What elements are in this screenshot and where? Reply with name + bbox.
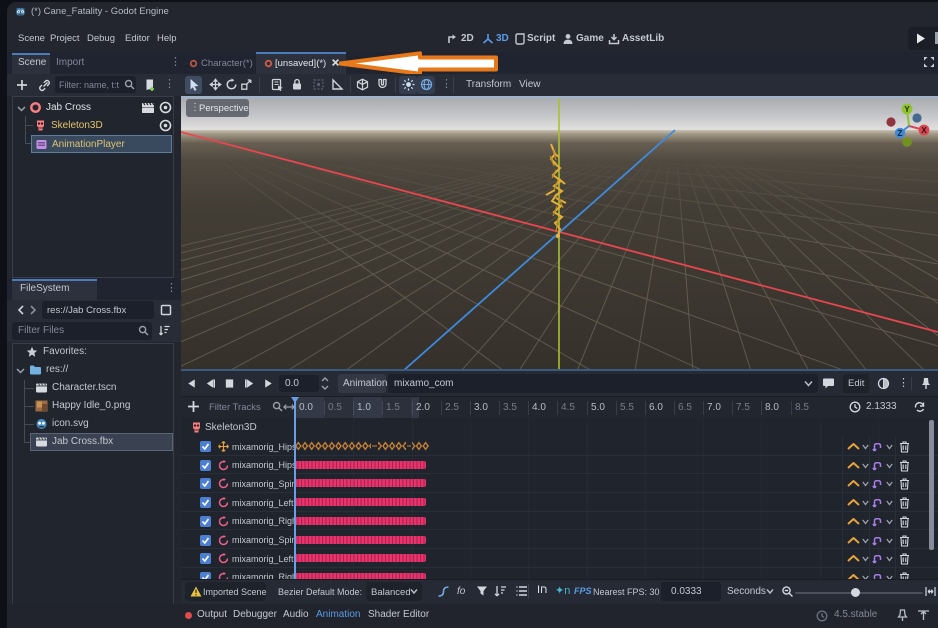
svg-text:Z: Z: [898, 129, 903, 138]
svg-text:Y: Y: [904, 105, 910, 114]
svg-text:X: X: [921, 126, 927, 135]
